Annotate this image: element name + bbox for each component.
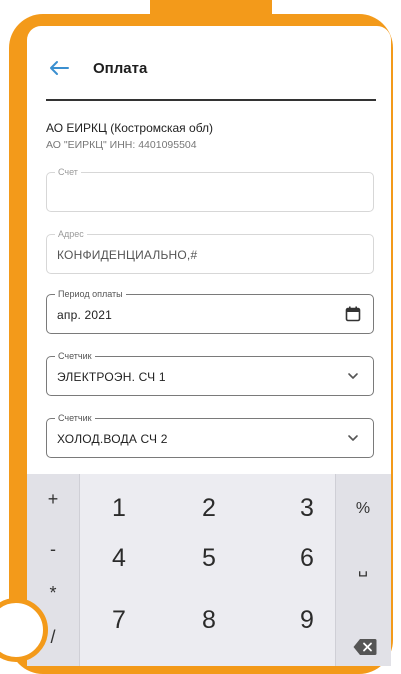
key-4[interactable]: 4 <box>89 538 149 578</box>
provider-details: АО "ЕИРКЦ" ИНН: 4401095504 <box>46 139 197 151</box>
key-1[interactable]: 1 <box>89 488 149 528</box>
keyboard-separator <box>79 474 80 666</box>
key-3[interactable]: 3 <box>277 488 337 528</box>
key-plus[interactable]: + <box>33 484 73 514</box>
key-space[interactable]: ␣ <box>343 554 383 584</box>
key-percent[interactable]: % <box>343 494 383 524</box>
account-field[interactable]: Счет <box>46 166 374 212</box>
chevron-down-icon <box>348 435 358 441</box>
address-label: Адрес <box>55 228 87 240</box>
period-value: апр. 2021 <box>57 308 113 322</box>
meter1-select[interactable]: Счетчик ЭЛЕКТРОЭН. СЧ 1 <box>46 350 374 396</box>
meter2-label: Счетчик <box>55 412 95 424</box>
page-title: Оплата <box>93 60 148 77</box>
key-7[interactable]: 7 <box>89 600 149 640</box>
address-value: КОНФИДЕНЦИАЛЬНО,# <box>57 248 198 262</box>
backspace-icon[interactable] <box>353 638 377 656</box>
app-screen: Оплата АО ЕИРКЦ (Костромская обл) АО "ЕИ… <box>27 26 391 666</box>
key-multiply[interactable]: * <box>33 578 73 608</box>
numeric-keyboard: + - * / 1 2 3 4 5 6 7 8 9 % ␣ <box>27 474 391 666</box>
key-2[interactable]: 2 <box>179 488 239 528</box>
key-8[interactable]: 8 <box>179 600 239 640</box>
meter2-select[interactable]: Счетчик ХОЛОД.ВОДА СЧ 2 <box>46 412 374 458</box>
header-divider <box>46 99 376 101</box>
meter1-label: Счетчик <box>55 350 95 362</box>
calendar-icon[interactable] <box>345 306 361 322</box>
meter2-value: ХОЛОД.ВОДА СЧ 2 <box>57 432 168 446</box>
period-field[interactable]: Период оплаты апр. 2021 <box>46 288 374 334</box>
meter1-value: ЭЛЕКТРОЭН. СЧ 1 <box>57 370 166 384</box>
key-5[interactable]: 5 <box>179 538 239 578</box>
address-field[interactable]: Адрес КОНФИДЕНЦИАЛЬНО,# <box>46 228 374 274</box>
key-minus[interactable]: - <box>33 534 73 564</box>
key-6[interactable]: 6 <box>277 538 337 578</box>
account-label: Счет <box>55 166 81 178</box>
back-arrow-icon[interactable] <box>49 60 69 76</box>
chevron-down-icon <box>348 373 358 379</box>
period-label: Период оплаты <box>55 288 126 300</box>
top-app-bar: Оплата <box>27 26 391 96</box>
key-9[interactable]: 9 <box>277 600 337 640</box>
provider-name: АО ЕИРКЦ (Костромская обл) <box>46 121 214 135</box>
